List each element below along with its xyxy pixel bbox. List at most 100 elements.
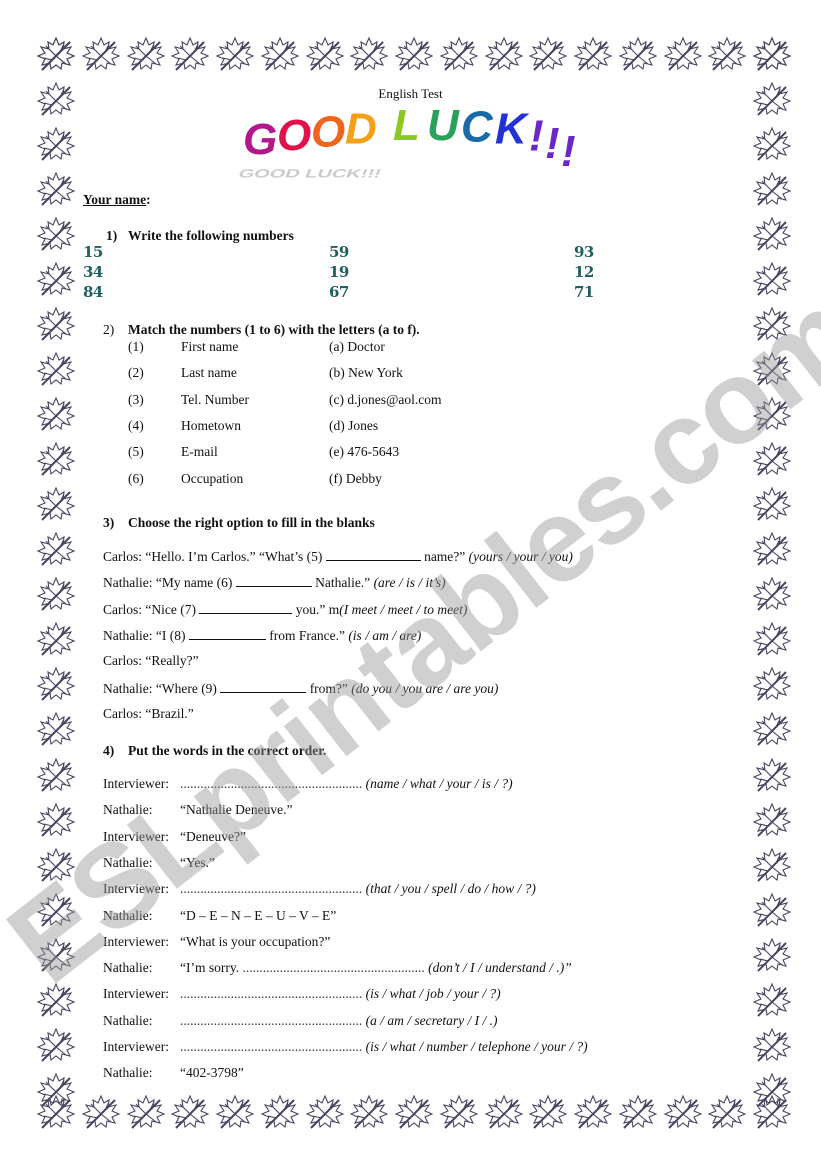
maple-leaf-icon xyxy=(34,1025,78,1069)
dialogue-line: Carlos: “Brazil.” xyxy=(103,706,194,722)
banner-letter: ! xyxy=(529,111,544,160)
answer-dotted-line[interactable]: ........................................… xyxy=(180,1013,362,1028)
match-option: (e) 476-5643 xyxy=(329,444,400,460)
dialogue-line: ........................................… xyxy=(180,776,513,792)
number-to-write: 34 xyxy=(83,263,103,281)
match-number: (3) xyxy=(128,391,144,407)
maple-leaf-icon xyxy=(616,34,660,78)
match-number: (6) xyxy=(128,470,144,486)
answer-blank[interactable] xyxy=(188,627,266,640)
maple-leaf-icon xyxy=(750,574,794,618)
maple-leaf-icon xyxy=(168,1092,212,1136)
maple-leaf-icon xyxy=(750,664,794,708)
section3-number: 3) xyxy=(103,515,115,530)
number-to-write: 15 xyxy=(83,243,103,261)
dialogue-line: “402-3798” xyxy=(180,1065,244,1081)
maple-leaf-icon xyxy=(750,800,794,844)
maple-leaf-icon xyxy=(34,259,78,303)
maple-leaf-icon xyxy=(34,800,78,844)
maple-leaf-icon xyxy=(79,1092,123,1136)
document-title: English Test xyxy=(378,86,443,101)
number-to-write: 67 xyxy=(329,283,349,301)
dialogue-line: Carlos: “Nice (7) you.” m(I meet / meet … xyxy=(103,601,467,618)
answer-blank[interactable] xyxy=(220,680,307,693)
maple-leaf-icon xyxy=(34,214,78,258)
maple-leaf-icon xyxy=(482,1092,526,1136)
section1-heading: Write the following numbers xyxy=(128,228,294,243)
match-item: First name xyxy=(181,339,239,354)
dialogue-line: “Yes.” xyxy=(180,855,215,871)
your-name-colon: : xyxy=(146,192,151,207)
maple-leaf-icon xyxy=(750,619,794,663)
banner-letter: L xyxy=(393,102,420,150)
dialogue-line: ........................................… xyxy=(180,881,536,897)
dialogue-text: “Deneuve?” xyxy=(180,828,246,844)
dialogue-text: “What is your occupation?” xyxy=(180,933,331,949)
maple-leaf-icon xyxy=(750,34,794,78)
maple-leaf-icon xyxy=(34,574,78,618)
maple-leaf-icon xyxy=(750,124,794,168)
maple-leaf-icon xyxy=(437,1092,481,1136)
match-number: (5) xyxy=(128,444,144,460)
match-option: (b) New York xyxy=(329,365,403,381)
answer-options: (I meet / meet / to meet) xyxy=(339,601,468,617)
match-number: (1) xyxy=(128,339,144,354)
dialogue-text: “D – E – N – E – U – V – E” xyxy=(180,907,337,923)
dialogue-text: Carlos: “Really?” xyxy=(103,653,199,669)
banner-letter: O xyxy=(277,111,311,160)
speaker-label: Nathalie: xyxy=(103,907,153,923)
answer-dotted-line[interactable]: ........................................… xyxy=(180,986,362,1001)
answer-blank[interactable] xyxy=(325,548,421,561)
maple-leaf-icon xyxy=(750,259,794,303)
speaker-label: Interviewer: xyxy=(103,881,169,897)
answer-dotted-line[interactable]: ........................................… xyxy=(180,1039,362,1054)
banner-letter: O xyxy=(311,107,345,156)
speaker-label: Interviewer: xyxy=(103,986,169,1002)
word-options: (name / what / your / is / ?) xyxy=(365,776,513,791)
match-option: (a) Doctor xyxy=(329,339,385,354)
answer-blank[interactable] xyxy=(235,574,312,588)
banner-letter: C xyxy=(461,102,494,151)
section2-number: 2) xyxy=(103,322,115,337)
number-to-write: 93 xyxy=(574,243,594,261)
maple-leaf-icon xyxy=(34,124,78,168)
maple-leaf-icon xyxy=(750,394,794,438)
dialogue-text: “Nathalie Deneuve.” xyxy=(180,802,293,818)
answer-blank[interactable] xyxy=(199,601,293,614)
dialogue-line: ........................................… xyxy=(180,1039,588,1055)
maple-leaf-icon xyxy=(616,1092,660,1136)
border-top xyxy=(34,34,794,78)
number-to-write: 19 xyxy=(329,263,349,281)
answer-options: (yours / your / you) xyxy=(468,549,573,564)
maple-leaf-icon xyxy=(750,439,794,483)
answer-dotted-line[interactable]: ........................................… xyxy=(180,776,362,791)
maple-leaf-icon xyxy=(705,1092,749,1136)
maple-leaf-icon xyxy=(750,755,794,799)
maple-leaf-icon xyxy=(750,1025,794,1069)
maple-leaf-icon xyxy=(258,1092,302,1136)
answer-dotted-line[interactable]: ........................................… xyxy=(242,960,424,975)
maple-leaf-icon xyxy=(347,1092,391,1136)
speaker-label: Interviewer: xyxy=(103,933,169,949)
speaker-label: Nathalie: xyxy=(103,854,153,870)
maple-leaf-icon xyxy=(705,34,749,78)
dialogue-line: Carlos: “Hello. I’m Carlos.” “What’s (5)… xyxy=(103,548,573,565)
word-options: (a / am / secretary / I / .) xyxy=(365,1012,498,1028)
speaker-label: Interviewer: xyxy=(103,828,169,844)
banner-shadow: GOOD LUCK!!! xyxy=(236,167,383,181)
good-luck-banner: GOOD L U C K!!! GOOD LUCK!!! xyxy=(235,101,635,182)
maple-leaf-icon xyxy=(571,1092,615,1136)
answer-dotted-line[interactable]: ........................................… xyxy=(180,881,362,896)
maple-leaf-icon xyxy=(750,845,794,889)
dialogue-text: Carlos: “Brazil.” xyxy=(103,705,194,721)
dialogue-text: “Yes.” xyxy=(180,854,216,870)
maple-leaf-icon xyxy=(34,484,78,528)
speaker-label: Interviewer: xyxy=(103,1039,169,1054)
banner-letter: K xyxy=(495,104,530,153)
maple-leaf-icon xyxy=(34,169,78,213)
border-bottom xyxy=(34,1092,794,1136)
match-option: (c) d.jones@aol.com xyxy=(329,391,442,407)
maple-leaf-icon xyxy=(392,1092,436,1136)
maple-leaf-icon xyxy=(79,34,123,78)
maple-leaf-icon xyxy=(392,34,436,78)
